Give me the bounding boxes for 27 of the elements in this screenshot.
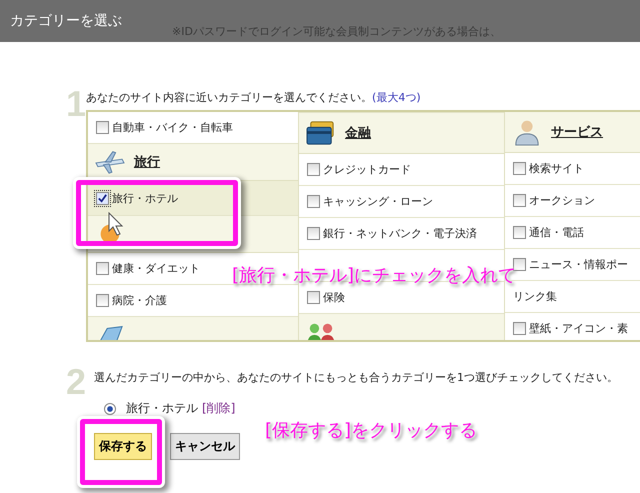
category-label: 保険: [323, 290, 346, 305]
category-heading[interactable]: サービス: [551, 123, 604, 141]
delete-link[interactable]: [削除]: [202, 400, 236, 417]
category-label: 自動車・バイク・自転車: [112, 120, 234, 135]
instruction-text: 選んだカテゴリーの中から、あなたのサイトにもっとも合うカテゴリーを1つ選びチェックしてください。: [94, 371, 618, 384]
category-label: 病院・介護: [112, 293, 168, 308]
category-label: 旅行・ホテル: [112, 190, 178, 206]
annotation-text: [保存する]をクリックする: [265, 419, 478, 442]
category-label: クレジットカード: [323, 162, 412, 177]
category-label: キャッシング・ローン: [323, 194, 434, 209]
save-button[interactable]: 保存する: [94, 433, 152, 460]
category-label: 通信・電話: [529, 225, 584, 240]
category-label: ニュース・情報ポー: [529, 257, 628, 272]
category-label: オークション: [529, 193, 596, 208]
cancel-button[interactable]: キャンセル: [170, 433, 240, 460]
category-label: 検索サイト: [529, 161, 584, 176]
choice-label: 旅行・ホテル: [126, 400, 198, 417]
limit-text: (最大4つ): [372, 91, 421, 104]
window-title: カテゴリーを選ぶ: [10, 12, 122, 30]
category-label: 健康・ダイエット: [112, 261, 200, 276]
category-label: 銀行・ネットバンク・電子決済: [323, 226, 478, 241]
category-label: 壁紙・アイコン・素: [529, 321, 628, 336]
category-label: リンク集: [513, 289, 558, 304]
category-heading[interactable]: 旅行: [134, 153, 160, 171]
annotation-text: [旅行・ホテル]にチェックを入れて: [232, 264, 516, 287]
instruction-text: あなたのサイト内容に近いカテゴリーを選んでください。: [86, 91, 372, 104]
category-heading[interactable]: 金融: [345, 124, 372, 142]
